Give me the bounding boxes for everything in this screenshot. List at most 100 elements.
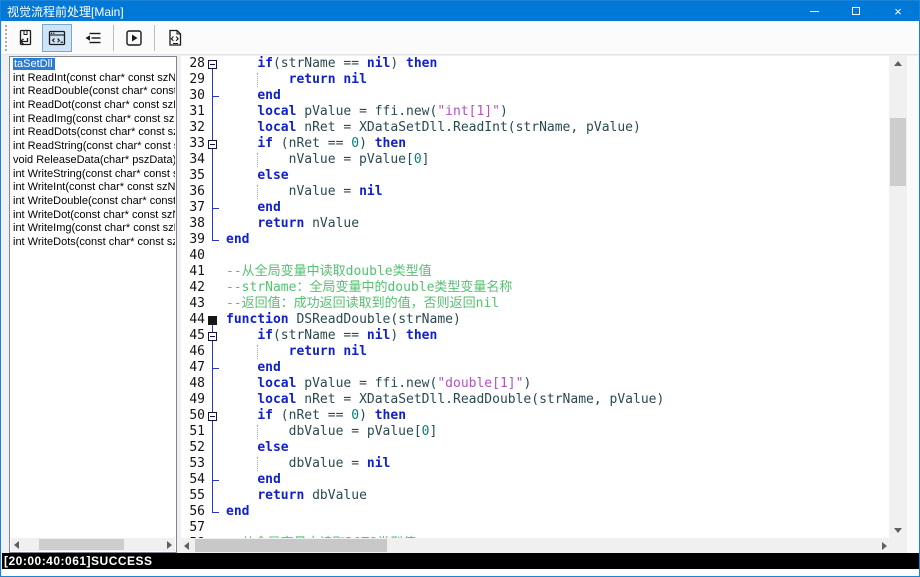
- code-text: function DSReadDouble(strName): [221, 312, 461, 328]
- list-item[interactable]: int WriteImg(const char* const szName,: [11, 222, 175, 236]
- line-number: 46: [181, 344, 205, 360]
- run-button[interactable]: [119, 24, 149, 52]
- sidebar-list[interactable]: taSetDllint ReadInt(const char* const sz…: [11, 58, 175, 537]
- sidebar-hscrollbar[interactable]: [11, 538, 175, 551]
- list-item[interactable]: int ReadInt(const char* const szName, in…: [11, 72, 175, 86]
- line-number: 57: [181, 520, 205, 536]
- code-text: local pValue = ffi.new("int[1]"): [221, 104, 508, 120]
- line-number: 29: [181, 72, 205, 88]
- list-item[interactable]: int WriteDouble(const char* const szNam: [11, 195, 175, 209]
- list-item[interactable]: int WriteDot(const char* const szName,: [11, 209, 175, 223]
- line-number: 56: [181, 504, 205, 520]
- code-line: 51 dbValue = pValue[0]: [181, 424, 889, 440]
- fold-margin: [205, 296, 221, 312]
- code-lines: 28 if(strName == nil) then29 return nil3…: [181, 56, 889, 553]
- list-item[interactable]: int WriteInt(const char* const szName, i: [11, 181, 175, 195]
- fold-margin[interactable]: [205, 328, 221, 344]
- line-number: 36: [181, 184, 205, 200]
- fold-margin: [205, 280, 221, 296]
- code-line: 32 local nRet = XDataSetDll.ReadInt(strN…: [181, 120, 889, 136]
- code-text: --strName：全局变量中的double类型变量名称: [221, 280, 512, 296]
- list-item[interactable]: taSetDll: [11, 58, 175, 72]
- fold-margin: [205, 456, 221, 472]
- code-text: local nRet = XDataSetDll.ReadDouble(strN…: [221, 392, 664, 408]
- code-text: else: [221, 440, 289, 456]
- scroll-left-icon[interactable]: [14, 541, 19, 549]
- fold-margin: [205, 472, 221, 488]
- status-message: [20:00:40:061]SUCCESS: [4, 554, 153, 568]
- code-text: --返回值：成功返回读取到的值，否则返回nil: [221, 296, 499, 312]
- import-script-button[interactable]: [10, 24, 40, 52]
- code-line: 38 return nValue: [181, 216, 889, 232]
- maximize-icon: [852, 7, 860, 15]
- fold-margin[interactable]: [205, 312, 221, 328]
- list-item[interactable]: int ReadDots(const char* const szName,: [11, 126, 175, 140]
- code-line: 48 local pValue = ffi.new("double[1]"): [181, 376, 889, 392]
- title-bar: 视觉流程前处理[Main] ×: [1, 1, 919, 21]
- code-editor[interactable]: 28 if(strName == nil) then29 return nil3…: [181, 56, 889, 553]
- app-window: 视觉流程前处理[Main] ×: [0, 0, 920, 577]
- list-item[interactable]: int WriteString(const char* const szName: [11, 168, 175, 182]
- line-number: 52: [181, 440, 205, 456]
- list-item[interactable]: int WriteDots(const char* const szName,: [11, 236, 175, 250]
- line-number: 32: [181, 120, 205, 136]
- list-item[interactable]: int ReadDot(const char* const szName, d: [11, 99, 175, 113]
- outline-button[interactable]: [78, 24, 108, 52]
- code-line: 50 if (nRet == 0) then: [181, 408, 889, 424]
- code-line: 49 local nRet = XDataSetDll.ReadDouble(s…: [181, 392, 889, 408]
- code-line: 41--从全局变量中读取double类型值: [181, 264, 889, 280]
- fold-margin: [205, 232, 221, 248]
- list-item[interactable]: int ReadDouble(const char* const szName: [11, 85, 175, 99]
- code-line: 35 else: [181, 168, 889, 184]
- line-number: 54: [181, 472, 205, 488]
- fold-marker-icon: [208, 316, 217, 325]
- fold-margin[interactable]: [205, 408, 221, 424]
- code-line: 54 end: [181, 472, 889, 488]
- toolbar-gripper: [5, 25, 7, 51]
- maximize-button[interactable]: [835, 1, 877, 21]
- code-line: 52 else: [181, 440, 889, 456]
- code-line: 40: [181, 248, 889, 264]
- scroll-left-icon[interactable]: [184, 542, 189, 550]
- scroll-up-icon[interactable]: [894, 61, 902, 66]
- fold-margin: [205, 104, 221, 120]
- fold-margin: [205, 248, 221, 264]
- editor-hscroll-thumb[interactable]: [195, 539, 387, 552]
- line-number: 40: [181, 248, 205, 264]
- fold-margin: [205, 88, 221, 104]
- fold-margin[interactable]: [205, 56, 221, 72]
- code-file-button[interactable]: [160, 24, 190, 52]
- code-window-button[interactable]: [42, 24, 72, 52]
- close-button[interactable]: ×: [877, 1, 919, 21]
- line-number: 34: [181, 152, 205, 168]
- code-text: else: [221, 168, 289, 184]
- code-line: 28 if(strName == nil) then: [181, 56, 889, 72]
- indent-left-icon: [83, 28, 103, 48]
- editor-vscrollbar[interactable]: [889, 56, 907, 538]
- code-text: nValue = nil: [221, 184, 383, 200]
- fold-margin: [205, 392, 221, 408]
- fold-margin: [205, 216, 221, 232]
- bottom-strip: [2, 569, 920, 577]
- list-item[interactable]: int ReadImg(const char* const szName, I: [11, 113, 175, 127]
- editor-vscroll-thumb[interactable]: [890, 118, 906, 186]
- editor-hscrollbar[interactable]: [181, 538, 907, 553]
- code-text: end: [221, 504, 249, 520]
- list-item[interactable]: void ReleaseData(char* pszData): [11, 154, 175, 168]
- sidebar-hscroll-thumb[interactable]: [39, 539, 124, 550]
- fold-margin[interactable]: [205, 136, 221, 152]
- minimize-button[interactable]: [793, 1, 835, 21]
- code-line: 55 return dbValue: [181, 488, 889, 504]
- fold-margin: [205, 440, 221, 456]
- fold-margin: [205, 184, 221, 200]
- list-item[interactable]: int ReadString(const char* const szName: [11, 140, 175, 154]
- line-number: 30: [181, 88, 205, 104]
- fold-marker-icon: [208, 140, 217, 149]
- scroll-right-icon[interactable]: [167, 541, 172, 549]
- scroll-down-icon[interactable]: [894, 528, 902, 533]
- code-line: 46 return nil: [181, 344, 889, 360]
- line-number: 31: [181, 104, 205, 120]
- close-icon: ×: [894, 5, 902, 18]
- code-window-icon: [47, 28, 67, 48]
- scroll-right-icon[interactable]: [882, 542, 887, 550]
